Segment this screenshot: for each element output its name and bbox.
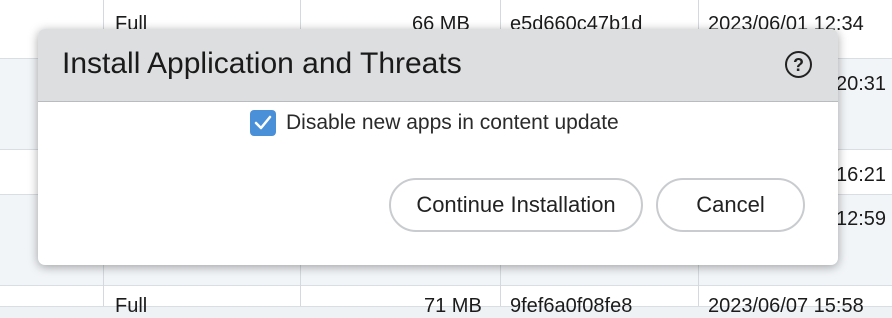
cell-time: 12:59 (836, 208, 887, 230)
continue-installation-button[interactable]: Continue Installation (389, 178, 643, 232)
cell-type: Full (115, 295, 148, 317)
cell-time: 16:21 (836, 164, 887, 186)
install-dialog: Install Application and Threats ? Disabl… (38, 29, 838, 265)
checkbox-label: Disable new apps in content update (286, 111, 619, 134)
cell-size: 71 MB (424, 295, 482, 317)
cell-time: 20:31 (836, 73, 887, 95)
disable-new-apps-checkbox[interactable] (250, 110, 276, 136)
help-icon[interactable]: ? (785, 51, 812, 78)
cell-time: 2023/06/07 15:58 (708, 295, 864, 317)
cancel-button[interactable]: Cancel (656, 178, 805, 232)
dialog-title: Install Application and Threats (62, 47, 462, 80)
cell-hash: 9fef6a0f08fe8 (510, 295, 633, 317)
checkmark-icon (254, 115, 272, 130)
disable-new-apps-option[interactable]: Disable new apps in content update (250, 109, 619, 137)
dialog-header: Install Application and Threats ? (38, 29, 838, 102)
